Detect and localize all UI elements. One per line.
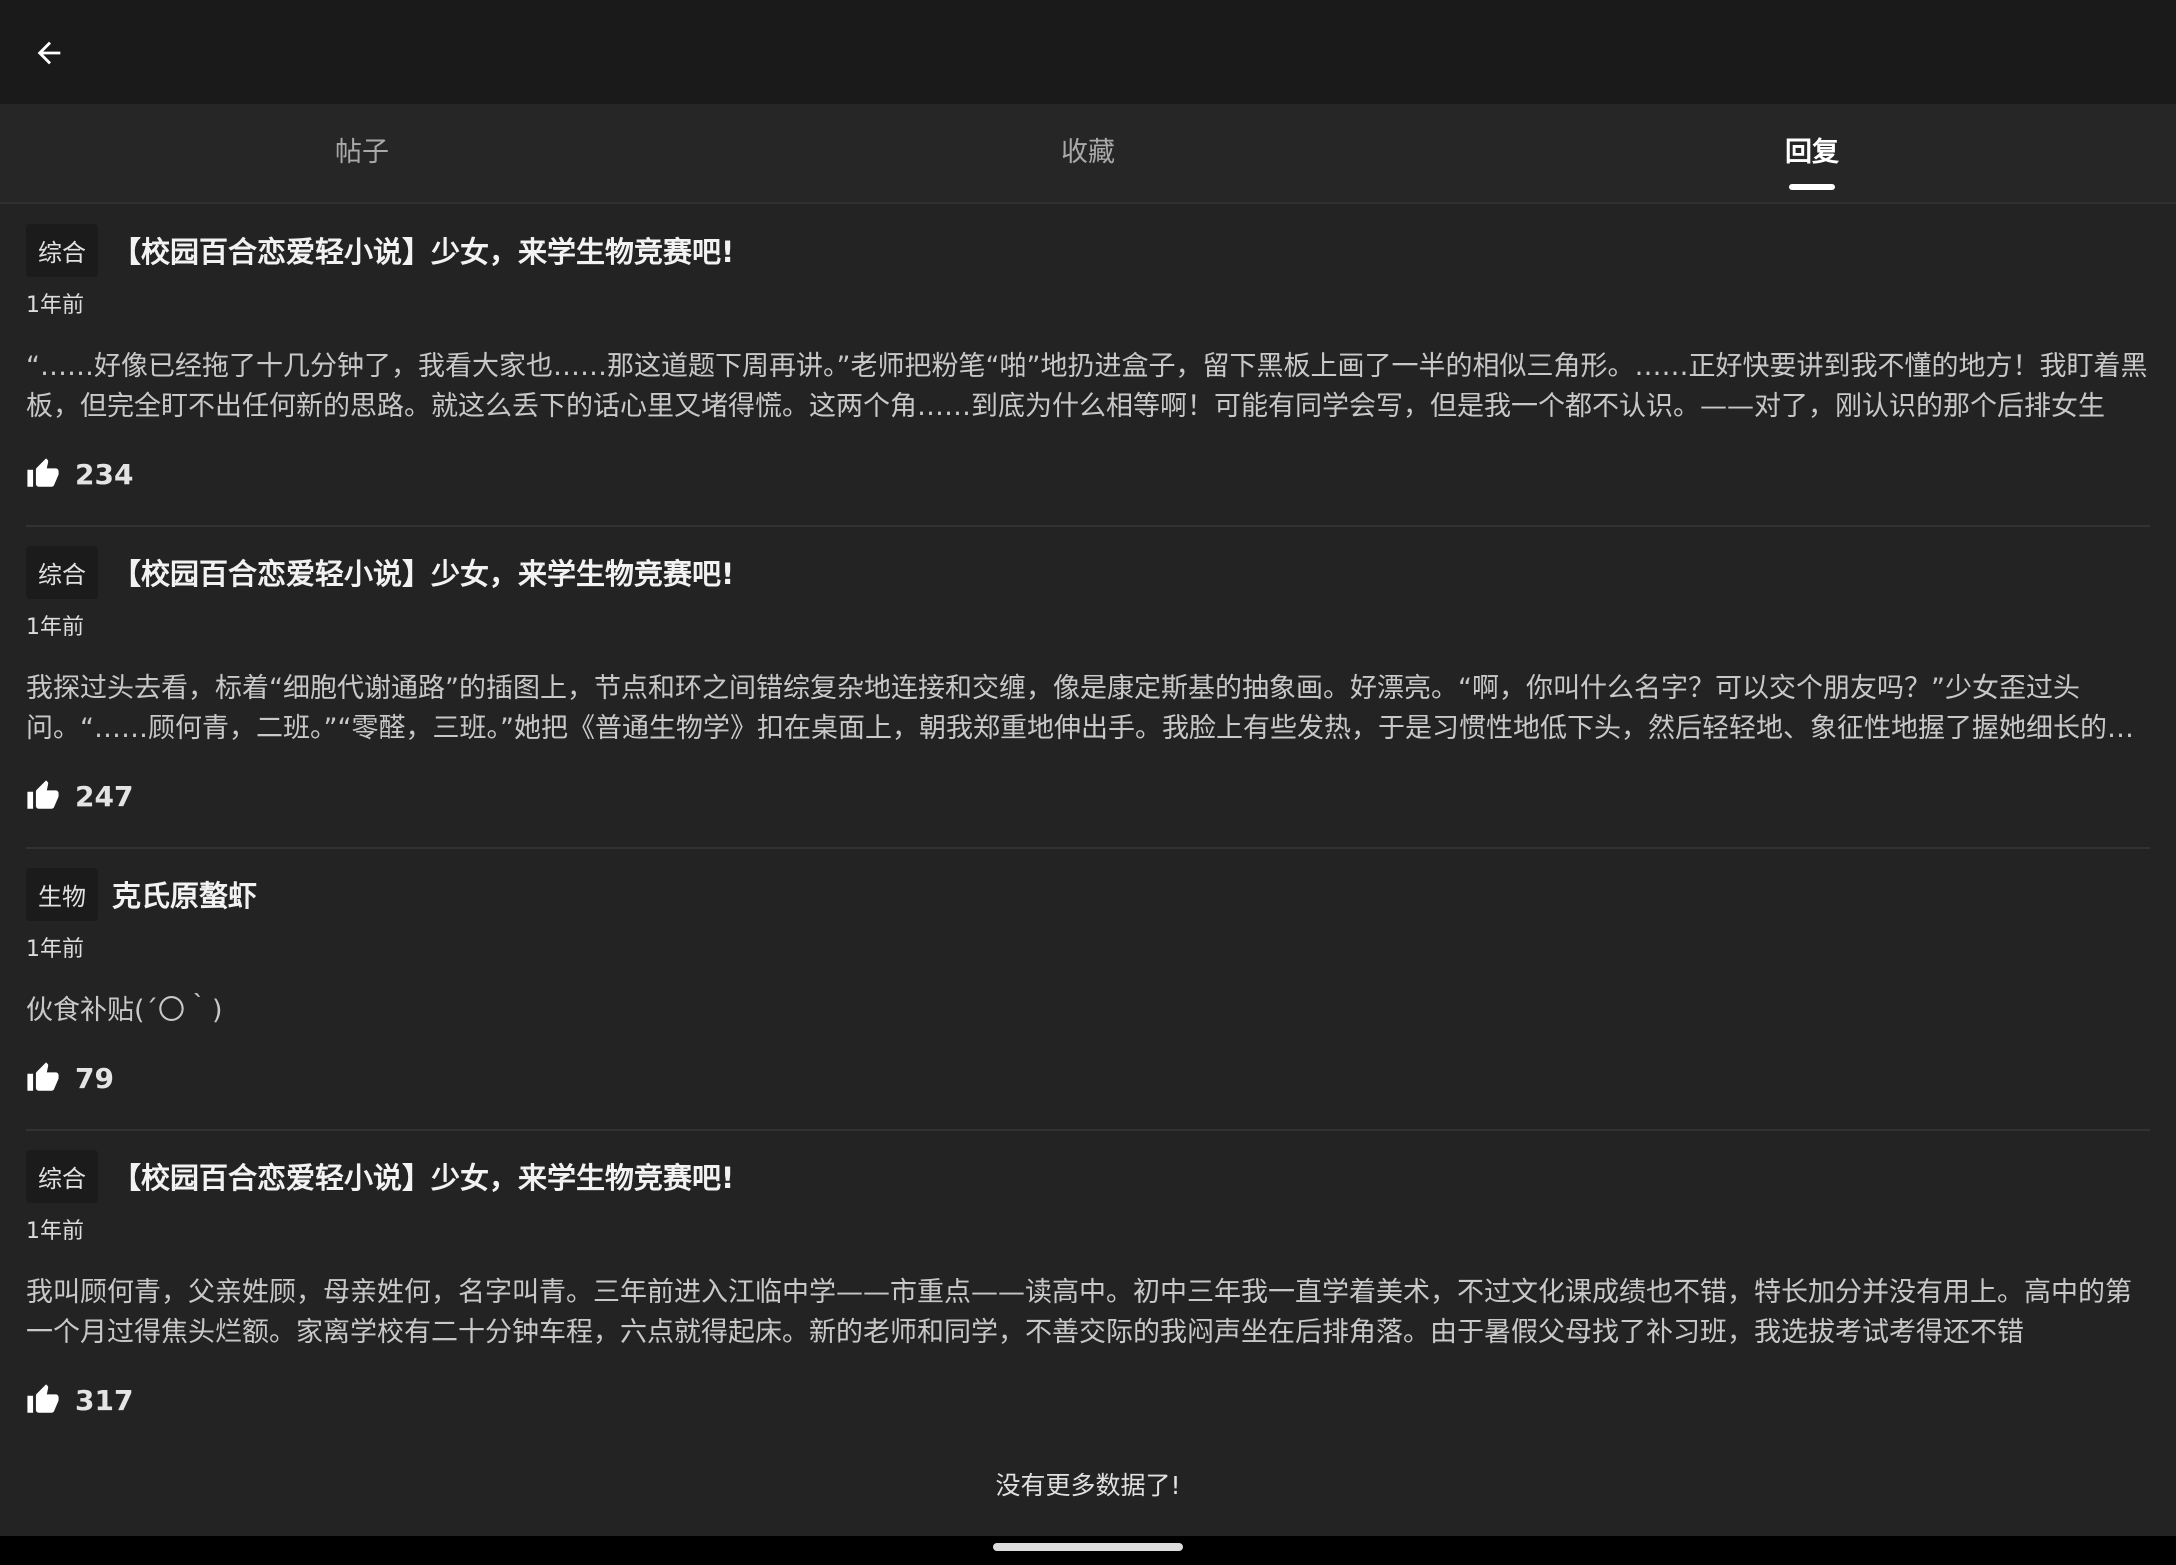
reply-list: 综合 【校园百合恋爱轻小说】少女，来学生物竞赛吧! 1年前 “……好像已经拖了十…: [0, 205, 2176, 1451]
timestamp: 1年前: [26, 293, 84, 318]
thumbs-up-icon: [27, 458, 59, 487]
top-app-bar: [0, 0, 2176, 104]
post-title[interactable]: 【校园百合恋爱轻小说】少女，来学生物竞赛吧!: [112, 1155, 734, 1197]
list-item[interactable]: 综合 【校园百合恋爱轻小说】少女，来学生物竞赛吧! 1年前 “……好像已经拖了十…: [26, 205, 2150, 527]
thumbs-up-icon: [27, 780, 59, 809]
home-gesture-handle[interactable]: [993, 1543, 1183, 1551]
list-item[interactable]: 综合 【校园百合恋爱轻小说】少女，来学生物竞赛吧! 1年前 我探过头去看，标着“…: [26, 527, 2150, 849]
like-button[interactable]: 79: [26, 1061, 114, 1095]
like-button[interactable]: 247: [26, 779, 133, 813]
thumbs-up-icon: [27, 1062, 59, 1091]
tab-replies[interactable]: 回复: [1612, 104, 2012, 204]
timestamp: 1年前: [26, 1219, 84, 1244]
like-button[interactable]: 234: [26, 457, 133, 491]
tab-label: 收藏: [1061, 137, 1115, 168]
tab-favorites[interactable]: 收藏: [888, 104, 1288, 204]
item-header: 综合 【校园百合恋爱轻小说】少女，来学生物竞赛吧!: [26, 223, 734, 277]
category-tag: 生物: [26, 867, 98, 921]
post-title[interactable]: 【校园百合恋爱轻小说】少女，来学生物竞赛吧!: [112, 551, 734, 593]
like-button[interactable]: 317: [26, 1383, 133, 1417]
list-item[interactable]: 综合 【校园百合恋爱轻小说】少女，来学生物竞赛吧! 1年前 我叫顾何青，父亲姓顾…: [26, 1131, 2150, 1451]
category-tag: 综合: [26, 223, 98, 277]
arrow-left-icon: [37, 41, 61, 65]
category-tag: 综合: [26, 545, 98, 599]
like-count: 317: [75, 1383, 134, 1417]
tab-label: 帖子: [335, 137, 389, 168]
post-title[interactable]: 克氏原螯虾: [112, 873, 257, 915]
no-more-data-message: 没有更多数据了!: [995, 1471, 1181, 1500]
tab-label: 回复: [1785, 137, 1839, 168]
reply-excerpt: 伙食补贴(´〇｀): [26, 995, 223, 1026]
list-item[interactable]: 生物 克氏原螯虾 1年前 伙食补贴(´〇｀) 79: [26, 849, 2150, 1131]
like-count: 234: [75, 457, 134, 491]
like-count: 247: [75, 779, 134, 813]
item-header: 综合 【校园百合恋爱轻小说】少女，来学生物竞赛吧!: [26, 545, 734, 599]
reply-excerpt: “……好像已经拖了十几分钟了，我看大家也……那这道题下周再讲。”老师把粉笔“啪”…: [26, 351, 2148, 422]
thumbs-up-icon: [27, 1384, 59, 1413]
active-tab-indicator: [1789, 184, 1835, 190]
category-tag: 综合: [26, 1149, 98, 1203]
timestamp: 1年前: [26, 937, 84, 962]
reply-excerpt: 我叫顾何青，父亲姓顾，母亲姓何，名字叫青。三年前进入江临中学——市重点——读高中…: [26, 1277, 2132, 1348]
timestamp: 1年前: [26, 615, 84, 640]
back-button[interactable]: [26, 30, 72, 76]
item-header: 生物 克氏原螯虾: [26, 867, 257, 921]
tab-posts[interactable]: 帖子: [162, 104, 562, 204]
system-navigation-bar: [0, 1536, 2176, 1565]
like-count: 79: [75, 1061, 114, 1095]
item-header: 综合 【校园百合恋爱轻小说】少女，来学生物竞赛吧!: [26, 1149, 734, 1203]
reply-excerpt: 我探过头去看，标着“细胞代谢通路”的插图上，节点和环之间错综复杂地连接和交缠，像…: [26, 673, 2134, 744]
tab-bar: 帖子 收藏 回复: [0, 104, 2176, 204]
post-title[interactable]: 【校园百合恋爱轻小说】少女，来学生物竞赛吧!: [112, 229, 734, 271]
